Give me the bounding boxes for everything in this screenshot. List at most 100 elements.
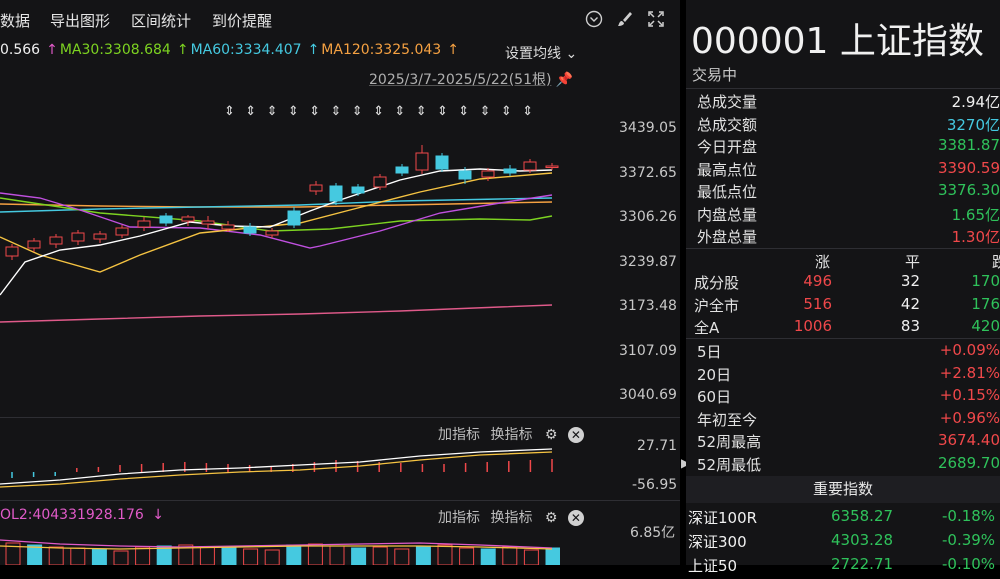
- candle-body: [481, 170, 495, 178]
- key-indices-header: 重要指数: [686, 476, 1000, 503]
- index-row[interactable]: 深证100R 6358.27 -0.18%: [686, 507, 1000, 531]
- candle-body: [115, 227, 129, 236]
- breadth-label: 全A: [694, 319, 720, 337]
- candle-body: [415, 152, 429, 171]
- add-indicator-button[interactable]: 加指标: [438, 510, 480, 526]
- chevron-down-circle-icon[interactable]: [584, 10, 604, 30]
- signal-arrow: ⇕: [373, 104, 384, 119]
- macd-bars: [11, 459, 553, 478]
- signal-arrow: ⇕: [288, 104, 299, 119]
- candle-body: [49, 236, 63, 245]
- stat-label: 外盘总量: [697, 228, 758, 246]
- signal-arrow: ⇕: [522, 104, 533, 119]
- stat-value: 3270亿: [946, 115, 1000, 134]
- candle-body: [93, 233, 107, 240]
- quote-panel: 000001 上证指数 交易中 总成交量 2.94亿 总成交额 3270亿 今日开盘…: [686, 0, 1000, 575]
- candle-body: [373, 176, 387, 188]
- y-axis-label: 3173.48: [619, 298, 677, 314]
- period-value: +0.09%: [939, 341, 1000, 359]
- period-label: 52周最高: [697, 433, 762, 451]
- candle-body: [287, 210, 301, 226]
- candle-body: [201, 220, 215, 225]
- candle-body: [329, 185, 343, 202]
- signal-arrow: ⇕: [267, 104, 278, 119]
- breadth-down: 170: [971, 272, 1000, 290]
- price-alert-button[interactable]: 到价提醒: [212, 10, 272, 31]
- stat-row: 总成交额 3270亿: [686, 114, 1000, 136]
- candles: [5, 145, 559, 260]
- index-value: 2722.71: [831, 555, 894, 573]
- security-title: 000001 上证指数: [691, 21, 984, 62]
- chart-toolbar: 数据 导出图形 区间统计 到价提醒: [0, 0, 680, 40]
- pin-icon[interactable]: 📌: [556, 72, 573, 88]
- volume-bar: [437, 544, 453, 565]
- dif-line: [0, 448, 553, 485]
- breadth-down-header: 跌: [992, 253, 1000, 271]
- volume-bar: [329, 545, 345, 565]
- volume-bar: [27, 544, 43, 565]
- index-change: -0.39%: [942, 531, 996, 549]
- candle-body: [137, 220, 151, 228]
- arrow-up-icon: ↑: [447, 42, 459, 58]
- index-name: 深证100R: [688, 509, 758, 527]
- vol-legend: OL2:404331928.176 ↓: [0, 507, 164, 523]
- stat-value: 3376.30: [937, 181, 1000, 199]
- export-chart-button[interactable]: 导出图形: [50, 10, 110, 31]
- arrow-up-icon: ↑: [307, 42, 320, 58]
- volume-bar: [459, 547, 475, 565]
- close-icon[interactable]: ✕: [567, 427, 584, 443]
- stat-row: 今日开盘 3381.87: [686, 136, 1000, 158]
- candlestick-area[interactable]: ⇕ ⇕ ⇕ ⇕ ⇕ ⇕ ⇕ ⇕ ⇕ ⇕ ⇕ ⇕ ⇕ ⇕ ⇕: [0, 95, 600, 415]
- breadth-flat: 42: [900, 294, 920, 313]
- stat-value: 1.65亿: [951, 205, 1000, 224]
- data-button[interactable]: 数据: [0, 10, 30, 31]
- volume-bar: [91, 548, 107, 565]
- ma-first-value: 0.566: [0, 42, 41, 58]
- stat-value: 2.94亿: [951, 93, 1000, 111]
- switch-indicator-button[interactable]: 换指标: [490, 510, 532, 526]
- index-name: 深证300: [688, 533, 747, 551]
- y-axis-label: 3372.65: [619, 165, 677, 181]
- arrow-down-icon: ↓: [152, 507, 164, 523]
- divider: [686, 88, 1000, 89]
- candle-body: [503, 168, 517, 174]
- fullscreen-icon[interactable]: [646, 10, 666, 30]
- divider: [686, 338, 1000, 339]
- period-row: 20日 +2.81%: [686, 364, 1000, 386]
- volume-bar: [221, 547, 237, 565]
- signal-arrow: ⇕: [501, 104, 512, 119]
- index-row[interactable]: 上证50 2722.71 -0.10%: [686, 555, 1000, 579]
- sub1-bottom-label: -56.95: [632, 477, 678, 493]
- ma250-line: [0, 304, 553, 323]
- signal-arrows: ⇕ ⇕ ⇕ ⇕ ⇕ ⇕ ⇕ ⇕ ⇕ ⇕ ⇕ ⇕ ⇕ ⇕ ⇕: [224, 104, 533, 119]
- volume-bar: [286, 544, 302, 565]
- period-row: 年初至今 +0.96%: [686, 409, 1000, 431]
- trading-status: 交易中: [692, 66, 738, 84]
- index-change: -0.10%: [942, 555, 996, 573]
- breadth-row: 成分股 496 32 170: [686, 272, 1000, 294]
- breadth-row: 沪全市 516 42 176: [686, 295, 1000, 317]
- gear-icon[interactable]: ⚙: [545, 510, 558, 526]
- period-value: +2.81%: [939, 363, 1000, 382]
- chevron-down-icon: ⌄: [565, 46, 578, 62]
- breadth-up: 516: [803, 294, 832, 313]
- divider: [686, 248, 1000, 249]
- volume-bar: [70, 547, 86, 565]
- arrow-up-icon: ↑: [46, 42, 58, 58]
- index-row[interactable]: 深证300 4303.28 -0.39%: [686, 531, 1000, 555]
- interval-stats-button[interactable]: 区间统计: [131, 10, 191, 31]
- ma120-value: MA120:3325.043: [321, 42, 442, 58]
- index-name: 上证50: [688, 557, 738, 575]
- volume-bar: [415, 545, 431, 565]
- brush-icon[interactable]: [615, 10, 635, 30]
- close-icon[interactable]: ✕: [567, 510, 584, 526]
- period-row: 52周最低 2689.70: [686, 454, 1000, 476]
- y-axis-label: 3239.87: [619, 254, 677, 270]
- ma-settings-button[interactable]: 设置均线 ⌄: [505, 43, 577, 63]
- candle-body: [221, 224, 235, 230]
- candle-body: [351, 186, 365, 194]
- period-value: +0.96%: [939, 408, 1000, 427]
- breadth-flat: 32: [900, 272, 920, 290]
- macd-chart: [0, 448, 553, 488]
- candle-body: [71, 232, 85, 242]
